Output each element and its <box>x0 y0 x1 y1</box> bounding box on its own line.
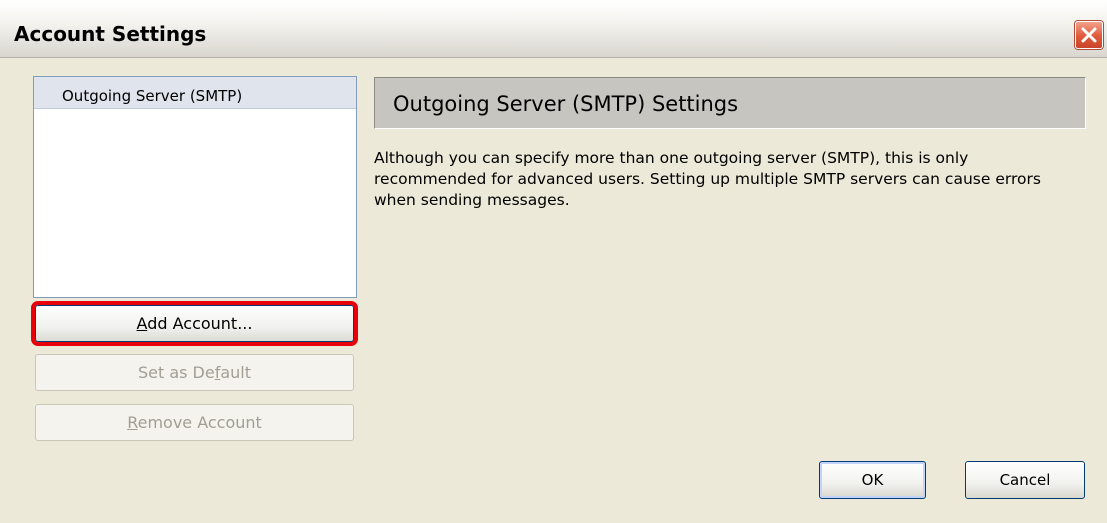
settings-header: Outgoing Server (SMTP) Settings <box>374 77 1086 129</box>
set-as-default-label: Set as De <box>137 363 215 382</box>
settings-description: Although you can specify more than one o… <box>374 149 1041 209</box>
account-list[interactable]: Outgoing Server (SMTP) <box>33 76 357 298</box>
close-button[interactable] <box>1075 21 1103 49</box>
account-list-item-smtp[interactable]: Outgoing Server (SMTP) <box>34 77 356 109</box>
remove-account-mnemonic: R <box>127 413 138 432</box>
account-settings-dialog: Account Settings Outgoing Server (SMTP) … <box>0 0 1107 523</box>
remove-account-label: emove Account <box>137 413 262 432</box>
settings-title: Outgoing Server (SMTP) Settings <box>393 92 739 116</box>
title-bar[interactable]: Account Settings <box>0 0 1107 58</box>
remove-account-button[interactable]: Remove Account <box>35 404 354 441</box>
set-as-default-button[interactable]: Set as Default <box>35 354 354 391</box>
ok-button[interactable]: OK <box>819 461 926 499</box>
add-account-label: dd Account... <box>147 314 253 333</box>
add-account-mnemonic: A <box>136 314 148 333</box>
close-icon <box>1081 27 1097 43</box>
cancel-button[interactable]: Cancel <box>965 461 1085 499</box>
add-account-button[interactable]: Add Account... <box>31 301 358 346</box>
window-title: Account Settings <box>14 22 207 46</box>
set-as-default-label-rest: ault <box>220 363 252 382</box>
account-list-item-label: Outgoing Server (SMTP) <box>62 87 243 105</box>
